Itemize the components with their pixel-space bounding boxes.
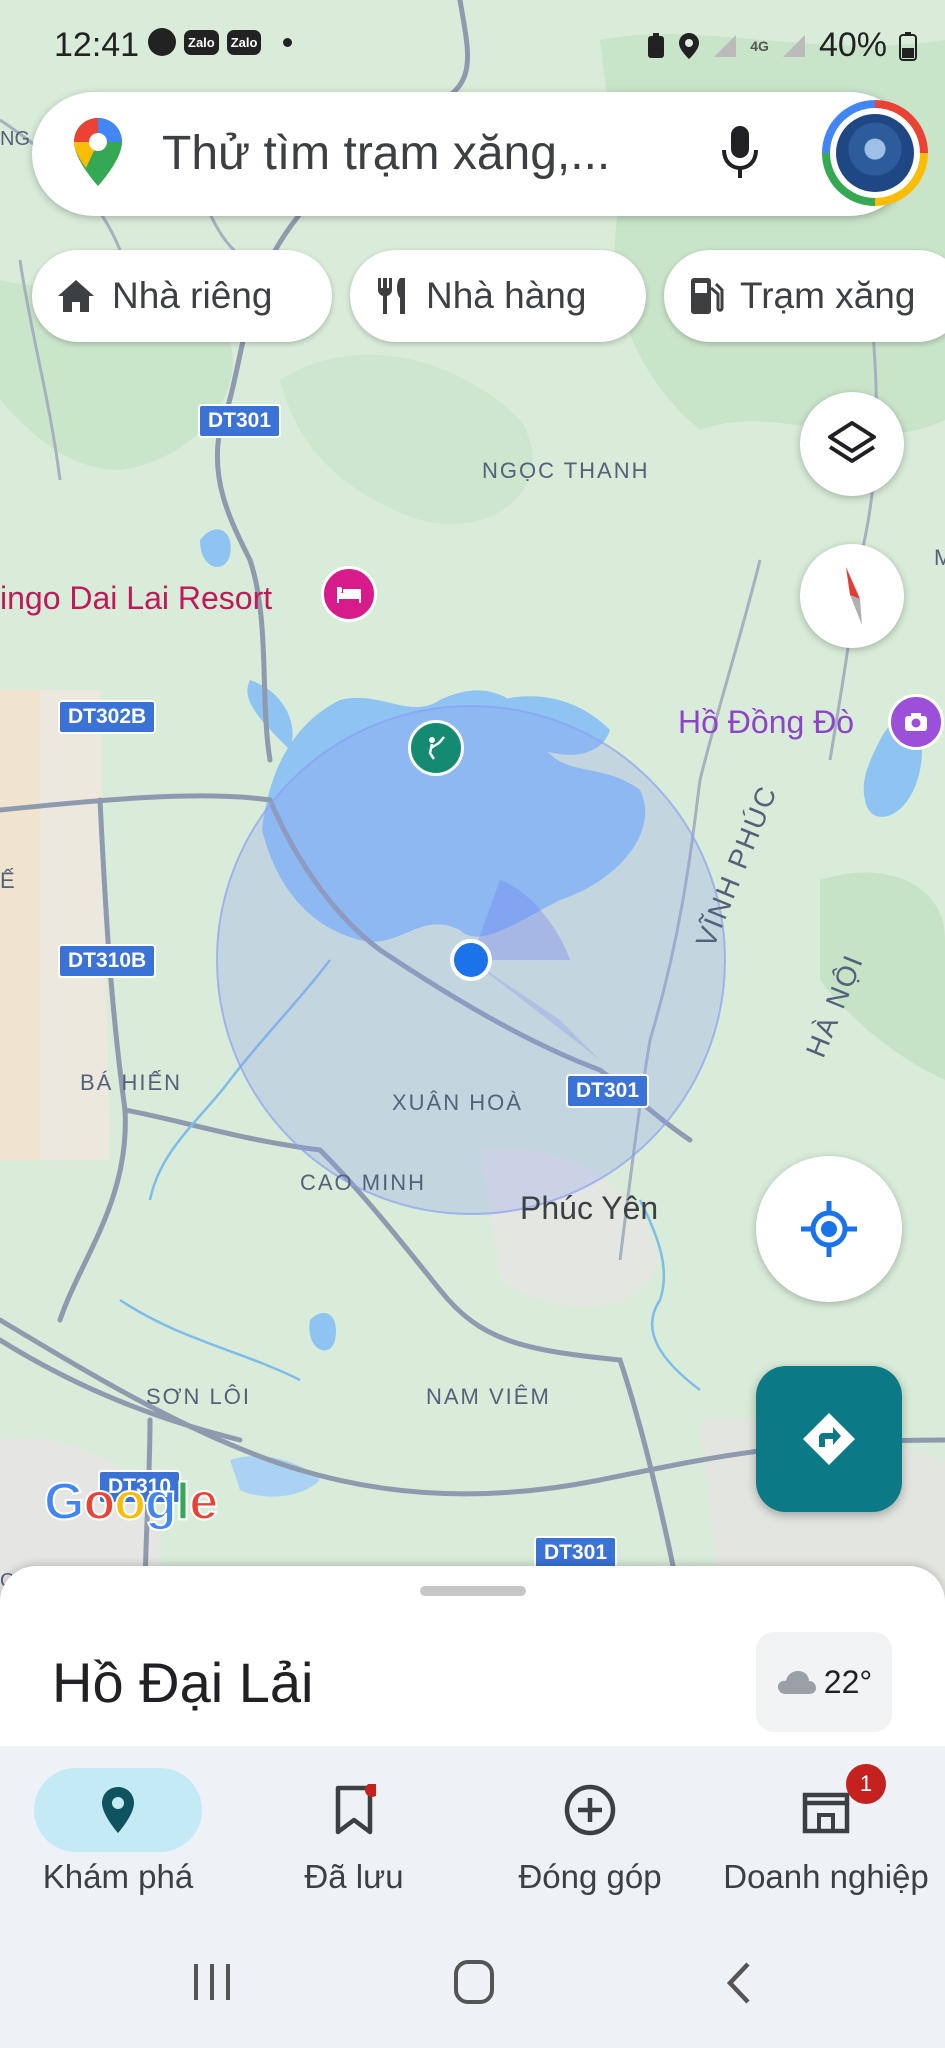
nav-business[interactable]: 1 Doanh nghiệp [708, 1746, 944, 1918]
notification-badge: 1 [846, 1764, 886, 1804]
sheet-title: Hồ Đại Lải [52, 1651, 314, 1714]
bookmark-icon [270, 1768, 438, 1852]
poi-ho-dong-do-label[interactable]: Hồ Đồng Đò [678, 704, 854, 741]
restaurant-icon [374, 276, 410, 316]
directions-icon [803, 1413, 855, 1465]
compass-button[interactable] [800, 544, 904, 648]
battery-icon [899, 31, 917, 61]
google-logo: Google [43, 1472, 219, 1532]
network-type: 4G [750, 37, 769, 54]
edge-label-e: Ế [0, 868, 15, 893]
nav-saved[interactable]: Đã lưu [236, 1746, 472, 1918]
drag-handle[interactable] [420, 1586, 526, 1596]
camera-marker-icon[interactable] [888, 694, 944, 750]
explore-pin-icon [34, 1768, 202, 1852]
weather-chip[interactable]: 22° [756, 1632, 892, 1732]
directions-button[interactable] [756, 1366, 902, 1512]
back-icon[interactable] [722, 1960, 756, 2006]
system-status: 4G 40% [646, 26, 917, 65]
battery-saver-icon [648, 32, 665, 58]
chip-label: Nhà riêng [112, 275, 273, 316]
recent-apps-icon[interactable] [190, 1960, 234, 2004]
microphone-icon[interactable] [720, 124, 760, 182]
golf-marker-icon[interactable] [408, 720, 464, 776]
my-location-icon [801, 1201, 857, 1257]
search-input[interactable]: Thử tìm trạm xăng,... [162, 126, 610, 181]
notification-icons: Zalo Zalo [148, 28, 293, 56]
poi-resort-label[interactable]: ingo Dai Lai Resort [0, 580, 272, 617]
nav-label: Khám phá [42, 1858, 194, 1895]
location-icon [679, 32, 700, 59]
zalo-icon: Zalo [184, 29, 219, 55]
messenger-icon [148, 28, 176, 56]
map-canvas[interactable] [0, 0, 945, 1600]
place-label-nam-viem: NAM VIÊM [426, 1384, 551, 1409]
search-bar[interactable]: Thử tìm trạm xăng,... [32, 92, 928, 216]
chip-restaurants[interactable]: Nhà hàng [350, 250, 646, 342]
nav-explore[interactable]: Khám phá [0, 1746, 236, 1918]
more-notifications-dot [283, 37, 293, 47]
nav-contribute[interactable]: Đóng góp [472, 1746, 708, 1918]
edge-label-m: M [934, 545, 945, 570]
google-maps-pin-icon [74, 118, 122, 186]
battery-percent: 40% [818, 26, 887, 64]
place-label-cao-minh: CAO MINH [300, 1170, 426, 1195]
system-navigation-bar [0, 1918, 945, 2048]
layers-button[interactable] [800, 392, 904, 496]
signal-icon [782, 34, 805, 57]
my-location-button[interactable] [756, 1156, 902, 1302]
signal-icon [714, 34, 737, 57]
nav-label: Đóng góp [518, 1858, 662, 1895]
hotel-marker-icon[interactable] [321, 566, 377, 622]
cloud-icon [777, 1671, 816, 1694]
bottom-navigation: Khám phá Đã lưu Đóng góp 1 Doanh nghiệp [0, 1746, 945, 1918]
layers-icon [828, 421, 876, 463]
place-label-xuan-hoa: XUÂN HOÀ [392, 1090, 523, 1115]
account-avatar[interactable] [822, 100, 928, 206]
chip-label: Nhà hàng [426, 275, 587, 316]
chip-label: Trạm xăng [740, 275, 916, 316]
status-time: 12:41 [54, 26, 140, 64]
gas-station-icon [688, 276, 724, 316]
place-label-phuc-yen[interactable]: Phúc Yên [520, 1190, 658, 1227]
nav-label: Doanh nghiệp [723, 1858, 929, 1895]
road-shield-dt301: DT301 [198, 404, 282, 438]
road-shield-dt310b: DT310B [58, 944, 157, 978]
status-bar: 12:41 Zalo Zalo 4G 40% [0, 0, 945, 92]
road-shield-dt301: DT301 [534, 1536, 618, 1570]
place-label-ngoc-thanh: NGỌC THANH [482, 458, 650, 483]
home-icon [56, 278, 96, 314]
add-circle-icon [506, 1768, 674, 1852]
home-button-icon[interactable] [452, 1958, 496, 2006]
road-shield-dt301: DT301 [566, 1074, 650, 1108]
bottom-sheet[interactable]: Hồ Đại Lải 22° [0, 1566, 945, 1746]
place-label-son-loi: SƠN LÔI [146, 1384, 251, 1409]
chip-home[interactable]: Nhà riêng [32, 250, 332, 342]
zalo-icon: Zalo [226, 29, 262, 55]
compass-icon [846, 567, 862, 625]
weather-temp: 22° [823, 1663, 873, 1700]
road-shield-dt302b: DT302B [58, 700, 157, 734]
edge-label-ng: NG [0, 128, 30, 150]
place-label-ba-hien: BÁ HIẾN [80, 1070, 183, 1095]
chip-gas-stations[interactable]: Trạm xăng [664, 250, 945, 342]
nav-label: Đã lưu [304, 1858, 404, 1895]
